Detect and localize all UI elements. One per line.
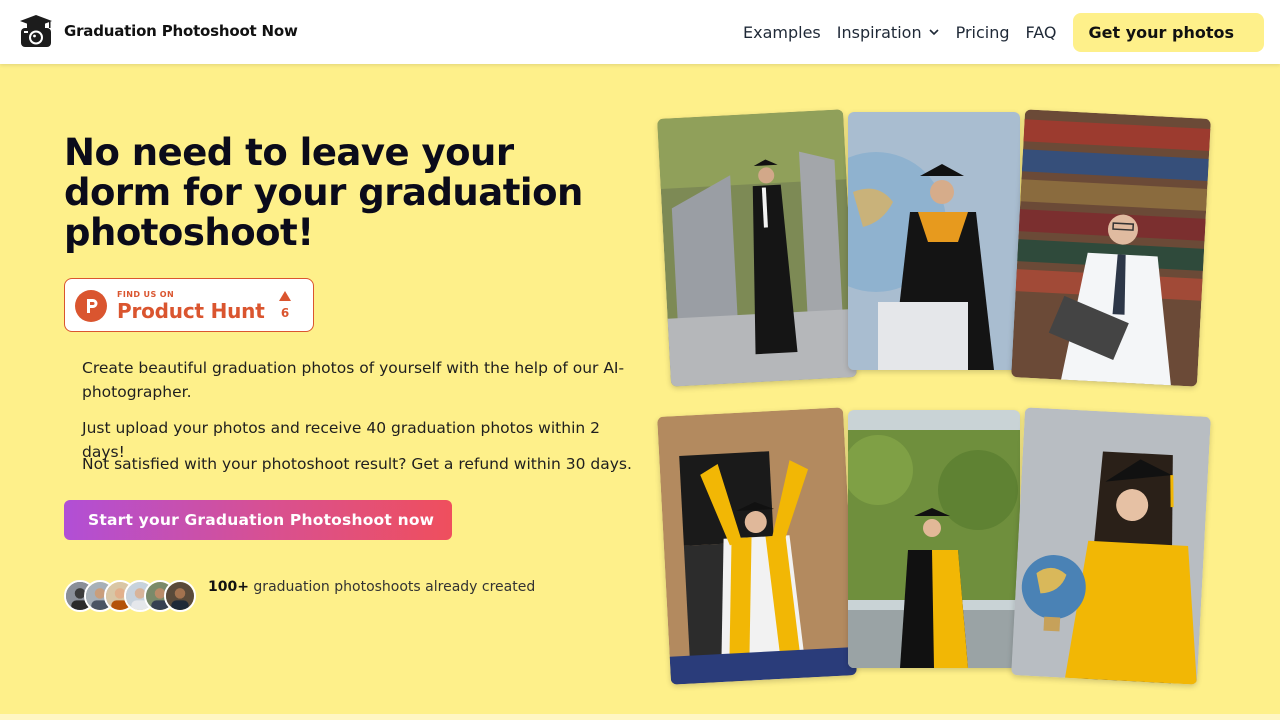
product-hunt-badge[interactable]: FIND US ON Product Hunt 6	[64, 278, 314, 332]
social-proof-text: 100+ graduation photoshoots already crea…	[208, 579, 535, 595]
social-proof-label: graduation photoshoots already created	[253, 579, 536, 595]
hero-headline: No need to leave your dorm for your grad…	[64, 131, 583, 254]
avatar	[164, 580, 196, 612]
top-navbar: Graduation Photoshoot Now Examples Inspi…	[0, 0, 1280, 64]
example-photo-graduate-celebrating	[657, 407, 857, 685]
example-photo-graduate-holding-globe	[1011, 407, 1211, 685]
nav-inspiration-dropdown[interactable]: Inspiration	[837, 23, 940, 42]
nav-faq[interactable]: FAQ	[1026, 23, 1057, 42]
get-photos-button[interactable]: Get your photos	[1072, 12, 1264, 52]
brand-name: Graduation Photoshoot Now	[64, 22, 298, 40]
graduation-camera-logo-icon	[20, 15, 52, 47]
section-divider	[0, 714, 1280, 720]
upvote-arrow-icon	[279, 291, 291, 301]
nav-inspiration-label: Inspiration	[836, 22, 922, 42]
product-hunt-find-us-label: FIND US ON	[117, 290, 175, 299]
example-photo-graduate-walking	[657, 109, 857, 387]
product-hunt-upvote-count: 6	[280, 306, 290, 320]
main-nav: Examples Inspiration Pricing FAQ Get you…	[743, 12, 1264, 52]
customer-avatars	[64, 580, 200, 612]
hero-description-1: Create beautiful graduation photos of yo…	[82, 359, 625, 401]
example-photo-graduate-park	[848, 410, 1020, 668]
hero-description-3: Not satisfied with your photoshoot resul…	[82, 455, 632, 473]
brand-logo-link[interactable]: Graduation Photoshoot Now	[18, 13, 298, 49]
nav-pricing[interactable]: Pricing	[956, 23, 1010, 42]
nav-examples[interactable]: Examples	[743, 23, 821, 42]
social-proof-count: 100+	[208, 579, 249, 595]
product-hunt-name: Product Hunt	[117, 299, 265, 323]
example-photo-graduate-library	[1011, 109, 1211, 387]
product-hunt-logo-icon	[75, 290, 107, 322]
start-photoshoot-button[interactable]: Start your Graduation Photoshoot now	[64, 500, 452, 540]
chevron-down-icon	[929, 29, 939, 36]
example-photo-graduate-globe	[848, 112, 1020, 370]
